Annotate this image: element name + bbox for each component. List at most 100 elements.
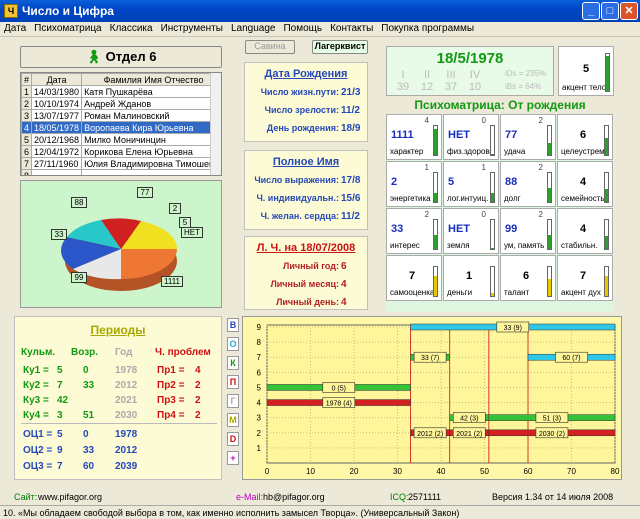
period-view-button[interactable]: Г [227, 394, 239, 408]
column-header[interactable]: Дата [31, 73, 83, 86]
table-cell: 5 [21, 133, 33, 146]
site-link[interactable]: www.pifagor.org [38, 492, 102, 502]
table-cell: 10/10/1974 [31, 97, 83, 110]
period-bar-label: 33 (7) [421, 355, 439, 362]
period-view-button[interactable]: О [227, 337, 239, 351]
table-row[interactable]: 8 [21, 169, 221, 175]
x-tick-label: 10 [306, 467, 315, 476]
psy-cell[interactable]: НЕТ 0 земля [443, 208, 499, 254]
x-tick-label: 20 [350, 467, 359, 476]
menu-item[interactable]: Классика [106, 22, 157, 35]
psy-cell-value: 1111 [391, 129, 414, 141]
menu-item[interactable]: Инструменты [157, 22, 227, 35]
birth-row-label: Число жизн.пути: [260, 87, 339, 97]
pie-chart [61, 218, 177, 291]
periods-cell: 2012 [115, 380, 138, 391]
menu-item[interactable]: Дата [0, 22, 30, 35]
period-view-button[interactable]: М [227, 413, 239, 427]
psy-cell-bar [547, 172, 552, 203]
table-cell: 3 [21, 109, 33, 122]
periods-cell: 42 [57, 395, 69, 406]
roman-numeral: I [401, 69, 405, 81]
psy-cell[interactable]: НЕТ 0 физ.здоров. [443, 114, 499, 160]
psy-cell-value: 33 [391, 223, 404, 235]
dept-button[interactable]: 🚶︎ Отдел 6 [20, 46, 222, 68]
psy-cell[interactable]: 5 1 лог.интуиц. [443, 161, 499, 207]
email-link[interactable]: hb@pifagor.org [263, 492, 325, 502]
periods-cell: Ку2 = [23, 380, 49, 391]
menu-item[interactable]: Помощь [279, 22, 326, 35]
table-cell: 1 [21, 85, 33, 98]
period-view-button[interactable]: В [227, 318, 239, 332]
psy-cell-count: 1 [424, 163, 429, 172]
birth-row-label: Число зрелости: [264, 105, 339, 115]
table-row[interactable]: 5 20/12/1968 Милко Моничинцин [21, 133, 221, 146]
table-cell: 18/05/1978 [31, 121, 83, 134]
period-view-button[interactable]: D [227, 432, 239, 446]
menu-item[interactable]: Психоматрица [30, 22, 105, 35]
column-header[interactable]: # [21, 73, 33, 86]
period-view-button[interactable]: П [227, 375, 239, 389]
period-view-button[interactable]: К [227, 356, 239, 370]
personal-row-value: 6 [341, 261, 347, 272]
lagerkvist-button[interactable]: Лагерквист [312, 40, 368, 54]
table-row[interactable]: 4 18/05/1978 Воропаева Кира Юрьевна [21, 121, 221, 134]
menu-item[interactable]: Language [227, 22, 280, 35]
table-row[interactable]: 3 13/07/1977 Роман Малиновский [21, 109, 221, 122]
app-icon: Ч [4, 4, 18, 18]
psy-cell[interactable]: 77 2 удача [500, 114, 556, 160]
x-tick-label: 30 [393, 467, 402, 476]
psy-title: Психоматрица: От рождения [414, 98, 586, 112]
y-tick-label: 5 [257, 383, 262, 392]
fullname-row-label: Число выражения: [254, 175, 339, 185]
psy-cell[interactable]: 6 талант [500, 255, 556, 301]
date-panel: 18/5/1978 I II III IV 39 12 37 10 iDs = 235% i… [386, 46, 554, 96]
y-tick-label: 3 [257, 414, 262, 423]
periods-cell: Пр4 = [157, 410, 185, 421]
maximize-button[interactable]: □ [601, 2, 619, 20]
psy-cell[interactable]: 6 целеустрем. [557, 114, 613, 160]
psy-cell[interactable]: 99 2 ум, память [500, 208, 556, 254]
psy-cell[interactable]: 33 2 интерес [386, 208, 442, 254]
psy-cell[interactable]: 4 семейность [557, 161, 613, 207]
psy-cell[interactable]: 1111 4 характер [386, 114, 442, 160]
table-cell: Корикова Елена Юрьевна [81, 145, 221, 158]
psy-cell[interactable]: 7 самооценка [386, 255, 442, 301]
table-row[interactable]: 2 10/10/1974 Андрей Жданов [21, 97, 221, 110]
accent-body-value: 5 [583, 63, 590, 75]
periods-cell: 1978 [115, 365, 138, 376]
psy-cell-label: деньги [447, 288, 473, 297]
accent-body-cell[interactable]: 5 акцент тело [558, 46, 614, 96]
psy-cell-count: 2 [538, 116, 543, 125]
table-scrollbar[interactable] [210, 73, 221, 175]
roman-numeral: II [423, 69, 431, 81]
personal-panel: Л. Ч. на 18/07/2008 Личный год: 6 Личный м… [244, 236, 368, 310]
table-cell: 2 [21, 97, 33, 110]
table-row[interactable]: 6 12/04/1972 Корикова Елена Юрьевна [21, 145, 221, 158]
psy-cell[interactable]: 4 стабильн. [557, 208, 613, 254]
psy-cell[interactable]: 2 1 энергетика [386, 161, 442, 207]
minimize-button[interactable]: _ [582, 2, 600, 20]
psy-cell[interactable]: 1 деньги [443, 255, 499, 301]
periods-cell: 2 [195, 380, 201, 391]
menu-item[interactable]: Контакты [326, 22, 377, 35]
table-cell: 27/11/1960 [31, 157, 83, 170]
pythagor-number: 10 [468, 81, 482, 93]
pythagor-number: 39 [396, 81, 410, 93]
savva-button[interactable]: Савина [245, 40, 295, 54]
column-header[interactable]: Фамилия Имя Отчество [81, 73, 221, 86]
period-view-button[interactable]: + [227, 451, 239, 465]
periods-cell: 7 [57, 380, 63, 391]
close-button[interactable]: ✕ [620, 2, 638, 20]
window-title: Число и Цифра [22, 4, 114, 18]
table-row[interactable]: 7 27/11/1960 Юлия Владимировна Тимошенко [21, 157, 221, 170]
people-table: # Дата Фамилия Имя Отчество 1 14/03/1980 Кат… [20, 72, 222, 176]
menu-item[interactable]: Покупка программы [377, 22, 478, 35]
psy-cell[interactable]: 88 2 долг [500, 161, 556, 207]
psy-cell[interactable]: 7 акцент дух [557, 255, 613, 301]
psy-cell-bar [433, 266, 438, 297]
periods-cell: 3 [57, 410, 63, 421]
period-bar-label: 2030 (2) [539, 431, 565, 438]
date-value: 18/5/1978 [436, 50, 504, 67]
table-row[interactable]: 1 14/03/1980 Катя Пушкарёва [21, 85, 221, 98]
